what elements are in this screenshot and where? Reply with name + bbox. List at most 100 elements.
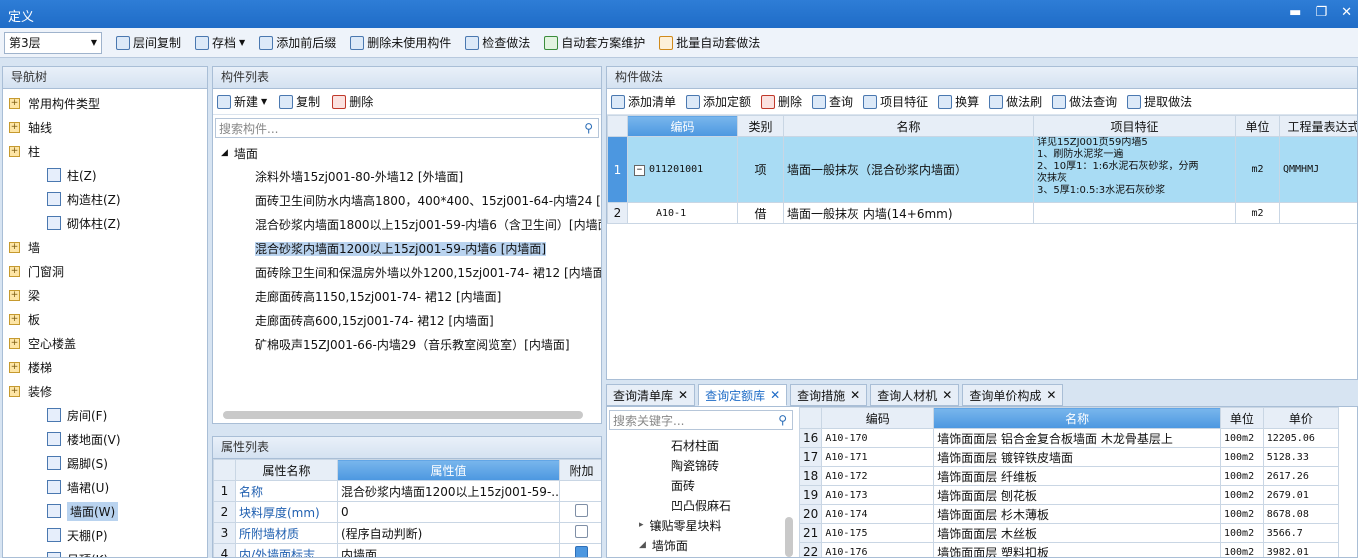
nav-item[interactable]: 天棚(P): [3, 523, 207, 547]
query-tree-item[interactable]: ◢ 墙饰面: [609, 535, 793, 555]
archive-button[interactable]: 存档 ▼: [195, 34, 245, 51]
nav-item[interactable]: + 墙: [3, 235, 207, 259]
expand-toggle-icon[interactable]: +: [9, 289, 20, 301]
query-search-input[interactable]: 搜索关键字... ⚲: [609, 410, 793, 430]
method-query-button[interactable]: 做法查询: [1052, 93, 1117, 110]
delete-unused-components-button[interactable]: 删除未使用构件: [350, 34, 451, 51]
batch-auto-method-button[interactable]: 批量自动套做法: [659, 34, 760, 51]
minimize-button[interactable]: ▬: [1289, 5, 1301, 20]
tree-arrow-icon[interactable]: ◢: [639, 540, 646, 550]
property-row[interactable]: 2 块料厚度(mm) 0: [213, 501, 601, 523]
component-item[interactable]: 混合砂浆内墙面1200以上15zj001-59-内墙6 [内墙面]: [213, 237, 601, 261]
query-tree-item[interactable]: 石材柱面: [609, 435, 793, 455]
add-quota-button[interactable]: 添加定额: [686, 93, 751, 110]
floor-select[interactable]: 第3层 ▼: [4, 31, 102, 54]
quota-row[interactable]: 21 A10-175 墙饰面面层 木丝板 100m2 3566.7: [798, 523, 1340, 543]
nav-item[interactable]: + 柱: [3, 139, 207, 163]
property-row[interactable]: 1 名称 混合砂浆内墙面1200以上15zj001-59-...: [213, 480, 601, 502]
expand-toggle-icon[interactable]: +: [9, 313, 20, 325]
nav-item[interactable]: 墙裙(U): [3, 475, 207, 499]
query-tree-item[interactable]: 凹凸假麻石: [609, 495, 793, 515]
property-value[interactable]: 0: [337, 501, 560, 523]
property-value[interactable]: (程序自动判断): [337, 522, 560, 544]
quota-row[interactable]: 19 A10-173 墙饰面面层 刨花板 100m2 2679.01: [798, 485, 1340, 505]
property-value[interactable]: 内墙面: [337, 543, 560, 557]
copy-component-button[interactable]: 复制: [279, 93, 320, 110]
extract-method-button[interactable]: 提取做法: [1127, 93, 1192, 110]
quota-row[interactable]: 22 A10-176 墙饰面面层 塑料扣板 100m2 3982.01: [798, 542, 1340, 557]
close-icon[interactable]: ✕: [942, 388, 952, 402]
nav-item[interactable]: 吊顶(K): [3, 547, 207, 557]
method-expression[interactable]: QMMHMJ: [1279, 136, 1357, 203]
delete-method-button[interactable]: 删除: [761, 93, 802, 110]
property-row[interactable]: 3 所附墙材质 (程序自动判断): [213, 522, 601, 544]
close-icon[interactable]: ✕: [770, 388, 780, 402]
query-tree-item[interactable]: 面砖: [609, 475, 793, 495]
nav-item[interactable]: + 空心楼盖: [3, 331, 207, 355]
method-row[interactable]: 1−011201001 项墙面一般抹灰（混合砂浆内墙面） 详见15ZJ001页59内…: [607, 136, 1357, 203]
method-brush-button[interactable]: 做法刷: [989, 93, 1042, 110]
close-icon[interactable]: ✕: [678, 388, 688, 402]
component-list-scrollbar[interactable]: [223, 411, 583, 419]
expand-toggle-icon[interactable]: +: [9, 361, 20, 373]
component-item[interactable]: 走廊面砖高600,15zj001-74- 裙12 [内墙面]: [213, 309, 601, 333]
close-button[interactable]: ✕: [1341, 5, 1352, 20]
nav-item[interactable]: + 常用构件类型: [3, 91, 207, 115]
nav-item[interactable]: 墙面(W): [3, 499, 207, 523]
nav-item[interactable]: + 梁: [3, 283, 207, 307]
collapse-toggle-icon[interactable]: −: [634, 164, 645, 176]
method-features[interactable]: 详见15ZJ001页59内墙5 1、刷防水泥浆一遍 2、10厚1：1:6水泥石灰砂浆…: [1033, 136, 1236, 203]
query-tree-item[interactable]: 陶瓷锦砖: [609, 455, 793, 475]
expand-toggle-icon[interactable]: +: [9, 145, 20, 157]
query-tab[interactable]: 查询人材机 ✕: [870, 384, 960, 406]
nav-item[interactable]: + 板: [3, 307, 207, 331]
method-name[interactable]: 墙面一般抹灰 内墙(14+6mm): [783, 202, 1034, 224]
copy-between-floors-button[interactable]: 层间复制: [116, 34, 181, 51]
expand-toggle-icon[interactable]: +: [9, 265, 20, 277]
query-tab[interactable]: 查询单价构成 ✕: [962, 384, 1064, 406]
query-tab[interactable]: 查询措施 ✕: [790, 384, 868, 406]
nav-item[interactable]: + 装修: [3, 379, 207, 403]
nav-item[interactable]: + 楼梯: [3, 355, 207, 379]
query-tree-scrollbar[interactable]: [785, 517, 793, 557]
quota-row[interactable]: 17 A10-171 墙饰面面层 镀锌铁皮墙面 100m2 5128.33: [798, 447, 1340, 467]
method-row[interactable]: 2 A10-1 借墙面一般抹灰 内墙(14+6mm) m2: [607, 202, 1357, 224]
expand-toggle-icon[interactable]: +: [9, 97, 20, 109]
component-item[interactable]: 矿棉吸声15ZJ001-66-内墙29（音乐教室阅览室）[内墙面]: [213, 333, 601, 357]
query-button[interactable]: 查询: [812, 93, 853, 110]
auto-scheme-maintain-button[interactable]: 自动套方案维护: [544, 34, 645, 51]
method-name[interactable]: 墙面一般抹灰（混合砂浆内墙面）: [783, 136, 1034, 203]
nav-item[interactable]: 踢脚(S): [3, 451, 207, 475]
property-extra-checkbox[interactable]: [575, 504, 588, 517]
add-list-button[interactable]: 添加清单: [611, 93, 676, 110]
restore-button[interactable]: ❐: [1315, 5, 1327, 20]
check-method-button[interactable]: 检查做法: [465, 34, 530, 51]
method-features[interactable]: [1033, 202, 1236, 224]
nav-item[interactable]: 构造柱(Z): [3, 187, 207, 211]
method-expression[interactable]: [1279, 202, 1357, 224]
component-item[interactable]: 面砖除卫生间和保温房外墙以外1200,15zj001-74- 裙12 [内墙面]: [213, 261, 601, 285]
component-search-input[interactable]: 搜索构件... ⚲: [215, 118, 599, 138]
delete-component-button[interactable]: 删除: [332, 93, 373, 110]
nav-item[interactable]: 砌体柱(Z): [3, 211, 207, 235]
component-group[interactable]: ◢ 墙面: [213, 141, 601, 165]
expand-toggle-icon[interactable]: +: [9, 385, 20, 397]
add-prefix-suffix-button[interactable]: 添加前后缀: [259, 34, 336, 51]
nav-item[interactable]: 房间(F): [3, 403, 207, 427]
quota-row[interactable]: 20 A10-174 墙饰面面层 杉木薄板 100m2 8678.08: [798, 504, 1340, 524]
query-tree-item[interactable]: ▸ 镶贴零星块料: [609, 515, 793, 535]
component-item[interactable]: 涂料外墙15zj001-80-外墙12 [外墙面]: [213, 165, 601, 189]
nav-item[interactable]: + 轴线: [3, 115, 207, 139]
query-tab[interactable]: 查询定额库 ✕: [698, 384, 788, 406]
quota-row[interactable]: 16 A10-170 墙饰面面层 铝合金复合板墙面 木龙骨基层上 100m2 12205…: [798, 428, 1340, 448]
property-row[interactable]: 4 内/外墙面标志 内墙面: [213, 543, 601, 557]
component-item[interactable]: 混合砂浆内墙面1800以上15zj001-59-内墙6（含卫生间）[内墙面: [213, 213, 601, 237]
close-icon[interactable]: ✕: [1046, 388, 1056, 402]
convert-button[interactable]: 换算: [938, 93, 979, 110]
nav-item[interactable]: 柱(Z): [3, 163, 207, 187]
close-icon[interactable]: ✕: [850, 388, 860, 402]
property-value[interactable]: 混合砂浆内墙面1200以上15zj001-59-...: [337, 480, 560, 502]
item-features-button[interactable]: 项目特征: [863, 93, 928, 110]
query-tab[interactable]: 查询清单库 ✕: [606, 384, 696, 406]
tree-arrow-icon[interactable]: ▸: [639, 520, 644, 530]
